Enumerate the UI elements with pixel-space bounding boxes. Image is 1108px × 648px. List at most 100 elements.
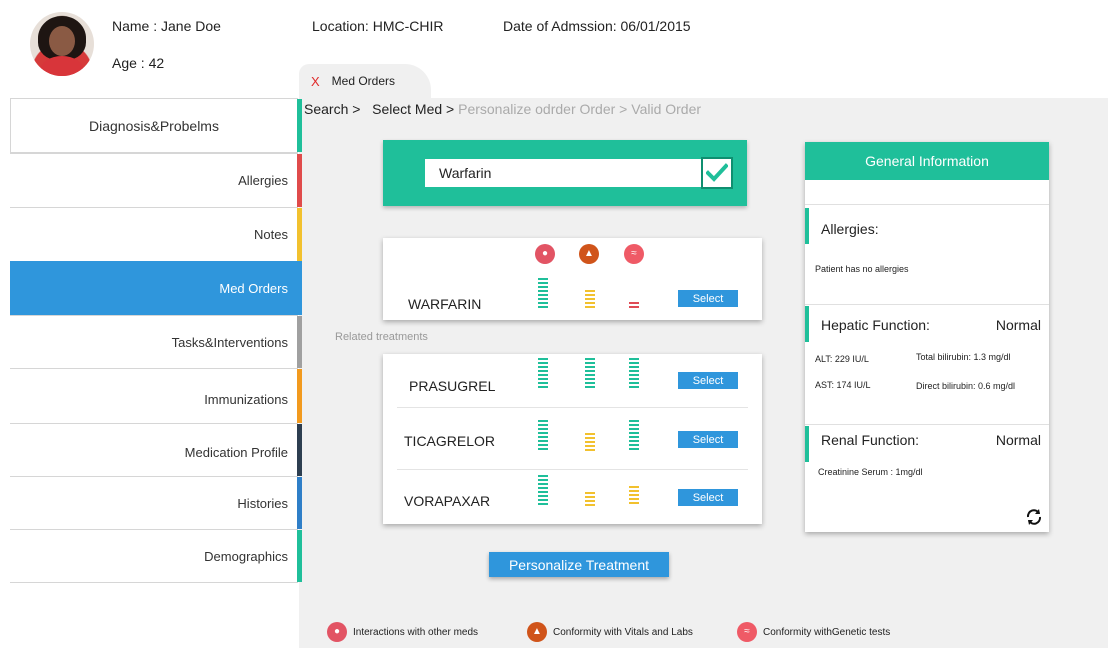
- sidebar-item-immunizations[interactable]: Immunizations: [10, 368, 302, 423]
- breadcrumb-search[interactable]: Search >: [304, 101, 360, 117]
- pill-icon: ●: [535, 244, 555, 264]
- sidebar-item-label: Histories: [237, 495, 288, 511]
- related-med-name: PRASUGREL: [409, 378, 496, 394]
- med-name: WARFARIN: [408, 296, 482, 312]
- sidebar-color-bar: [297, 154, 302, 207]
- section-divider: [805, 304, 1049, 305]
- pill-icon: ●: [327, 622, 347, 642]
- sidebar-item-diagnosis[interactable]: Diagnosis&Probelms: [10, 98, 302, 153]
- allergies-text: Patient has no allergies: [815, 264, 909, 274]
- related-treatments-label: Related treatments: [335, 331, 428, 343]
- legend-label: Interactions with other meds: [353, 626, 479, 638]
- patient-location: Location: HMC-CHIR: [312, 18, 444, 34]
- section-accent: [805, 208, 809, 244]
- genetic-level-indicator: [629, 486, 639, 506]
- general-information-panel: General Information Allergies: Patient h…: [805, 142, 1049, 532]
- alt-value: ALT: 229 IU/L: [815, 354, 869, 364]
- total-bilirubin-value: Total bilirubin: 1.3 mg/dl: [916, 352, 1011, 362]
- refresh-icon[interactable]: [1025, 508, 1043, 526]
- confirm-search-button[interactable]: [701, 157, 733, 189]
- genetic-level-indicator: [629, 358, 639, 390]
- section-divider: [805, 204, 1049, 205]
- patient-age: Age : 42: [112, 55, 165, 71]
- vitals-level-indicator: [585, 492, 595, 508]
- dna-icon: ≈: [737, 622, 757, 642]
- sidebar-divider: [10, 582, 298, 583]
- select-warfarin-button[interactable]: Select: [678, 290, 738, 307]
- general-information-title: General Information: [805, 142, 1049, 180]
- related-med-name: VORAPAXAR: [404, 493, 491, 509]
- legend-label: Conformity with Vitals and Labs: [553, 626, 693, 638]
- vitals-level-indicator: [585, 290, 595, 310]
- patient-name: Name : Jane Doe: [112, 18, 221, 34]
- select-vorapaxar-button[interactable]: Select: [678, 489, 738, 506]
- interaction-level-indicator: [538, 420, 548, 452]
- section-accent: [805, 426, 809, 462]
- personalize-treatment-button[interactable]: Personalize Treatment: [489, 552, 669, 577]
- breadcrumb-personalize: Personalize odrder Order >: [458, 101, 628, 117]
- sidebar-item-label: Allergies: [238, 173, 288, 188]
- related-med-name: TICAGRELOR: [404, 433, 496, 449]
- patient-avatar: [30, 12, 94, 76]
- interaction-level-indicator: [538, 475, 548, 507]
- creatinine-value: Creatinine Serum : 1mg/dl: [818, 467, 923, 477]
- interaction-level-indicator: [538, 278, 548, 310]
- sidebar-color-bar: [297, 530, 302, 582]
- tab-label: Med Orders: [331, 74, 396, 88]
- flask-icon: ▲: [527, 622, 547, 642]
- legend-genetic: ≈ Conformity withGenetic tests: [737, 622, 890, 642]
- sidebar-item-label: Demographics: [204, 548, 288, 564]
- sidebar-color-bar: [297, 316, 302, 368]
- ast-value: AST: 174 IU/L: [815, 380, 871, 390]
- row-divider: [397, 407, 748, 408]
- check-icon: [706, 163, 728, 182]
- sidebar-item-med-orders[interactable]: Med Orders: [10, 261, 302, 315]
- sidebar-item-label: Medication Profile: [184, 445, 288, 460]
- genetic-level-indicator: [629, 302, 639, 310]
- vitals-level-indicator: [585, 358, 595, 390]
- sidebar-item-label: Diagnosis&Probelms: [89, 117, 219, 134]
- section-divider: [805, 424, 1049, 425]
- direct-bilirubin-value: Direct bilirubin: 0.6 mg/dl: [916, 381, 1016, 391]
- row-divider: [397, 469, 748, 470]
- related-treatments-card: PRASUGREL Select TICAGRELOR Select VORAP…: [383, 354, 762, 524]
- sidebar-item-tasks[interactable]: Tasks&Interventions: [10, 315, 302, 368]
- admission-date: Date of Admssion: 06/01/2015: [503, 18, 691, 34]
- interaction-level-indicator: [538, 358, 548, 390]
- sidebar-item-label: Notes: [254, 227, 288, 242]
- renal-status: Normal: [995, 432, 1041, 448]
- section-accent: [805, 306, 809, 342]
- legend-vitals: ▲ Conformity with Vitals and Labs: [527, 622, 693, 642]
- breadcrumb-valid-order: Valid Order: [631, 101, 702, 117]
- sidebar-item-label: Immunizations: [204, 392, 288, 407]
- select-prasugrel-button[interactable]: Select: [678, 372, 738, 389]
- sidebar-item-medication-profile[interactable]: Medication Profile: [10, 423, 302, 476]
- vitals-level-indicator: [585, 433, 595, 453]
- legend-label: Conformity withGenetic tests: [763, 626, 891, 638]
- allergies-title: Allergies:: [821, 221, 879, 237]
- sidebar-item-histories[interactable]: Histories: [10, 476, 302, 529]
- breadcrumb-select-med[interactable]: Select Med >: [372, 101, 454, 117]
- sidebar-item-label: Tasks&Interventions: [171, 334, 288, 350]
- sidebar-item-label: Med Orders: [219, 280, 288, 296]
- dna-icon: ≈: [624, 244, 644, 264]
- breadcrumb: Search > Select Med > Personalize odrder…: [304, 101, 701, 117]
- med-search-card: [383, 140, 747, 206]
- selected-med-card: ● ▲ ≈ WARFARIN Select: [383, 238, 762, 320]
- genetic-level-indicator: [629, 420, 639, 452]
- sidebar-color-bar: [297, 369, 302, 423]
- sidebar-color-bar: [297, 261, 302, 315]
- sidebar-color-bar: [297, 208, 302, 261]
- close-tab-icon[interactable]: X: [311, 74, 320, 89]
- select-ticagrelor-button[interactable]: Select: [678, 431, 738, 448]
- sidebar-item-notes[interactable]: Notes: [10, 207, 302, 261]
- renal-title: Renal Function:: [821, 432, 920, 448]
- tab-med-orders[interactable]: X Med Orders: [299, 64, 431, 98]
- sidebar-item-demographics[interactable]: Demographics: [10, 529, 302, 582]
- flask-icon: ▲: [579, 244, 599, 264]
- hepatic-title: Hepatic Function:: [821, 317, 930, 333]
- legend-interactions: ● Interactions with other meds: [327, 622, 478, 642]
- sidebar-color-bar: [297, 424, 302, 476]
- med-search-input[interactable]: [425, 159, 701, 187]
- sidebar-item-allergies[interactable]: Allergies: [10, 153, 302, 207]
